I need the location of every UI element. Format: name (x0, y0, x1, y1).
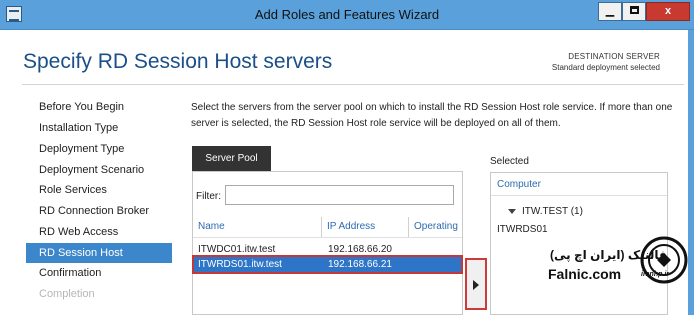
column-header-name[interactable]: Name (198, 221, 225, 232)
seal-icon (640, 236, 688, 284)
arrow-right-icon (473, 280, 479, 290)
nav-item-role-services[interactable]: Role Services (26, 180, 172, 200)
seal-text: iranhp.ir (641, 271, 670, 278)
chevron-down-icon[interactable] (508, 208, 516, 214)
column-separator (408, 217, 409, 237)
window-title: Add Roles and Features Wizard (254, 7, 440, 22)
title-bar: Add Roles and Features Wizard ▁ x (0, 0, 694, 30)
close-button[interactable]: x (646, 2, 690, 21)
nav-item-installation-type[interactable]: Installation Type (26, 118, 172, 138)
server-name: ITWRDS01.itw.test (198, 259, 282, 270)
server-name: ITWDC01.itw.test (198, 244, 276, 255)
nav-item-confirmation[interactable]: Confirmation (26, 263, 172, 283)
server-ip: 192.168.66.20 (328, 244, 392, 255)
destination-server-label: DESTINATION SERVER (568, 52, 660, 61)
column-header-ip-address[interactable]: IP Address (327, 221, 375, 232)
nav-item-rd-session-host[interactable]: RD Session Host (26, 243, 172, 263)
nav-item-completion: Completion (39, 288, 95, 300)
tree-group-label: ITW.TEST (1) (522, 206, 583, 217)
watermark-latin-text: Falnic.com (548, 266, 622, 282)
column-separator (321, 217, 322, 237)
filter-input[interactable] (225, 185, 454, 205)
nav-item-rd-web-access[interactable]: RD Web Access (26, 222, 172, 242)
minimize-button[interactable]: ▁ (598, 2, 622, 21)
table-row-selected[interactable]: ITWRDS01.itw.test 192.168.66.21 (192, 255, 463, 274)
nav-item-deployment-scenario[interactable]: Deployment Scenario (26, 160, 172, 180)
selected-header-divider (491, 195, 667, 196)
tree-group-itw-test[interactable]: ITW.TEST (1) (508, 206, 583, 217)
column-header-computer[interactable]: Computer (497, 179, 541, 190)
header-divider (22, 84, 684, 85)
step-description: Select the servers from the server pool … (191, 102, 673, 129)
maximize-icon (629, 6, 639, 15)
maximize-button[interactable] (622, 2, 646, 21)
watermark-logo: فالنیک (ایران اچ پی) Falnic.com iranhp.i… (530, 226, 690, 296)
nav-item-rd-connection-broker[interactable]: RD Connection Broker (26, 201, 172, 221)
header-row-divider (193, 237, 462, 238)
column-header-operating[interactable]: Operating (414, 221, 458, 232)
tab-server-pool[interactable]: Server Pool (192, 146, 271, 172)
selected-label: Selected (490, 156, 529, 167)
nav-item-before-you-begin[interactable]: Before You Begin (26, 97, 172, 117)
nav-item-deployment-type[interactable]: Deployment Type (26, 139, 172, 159)
destination-server-value: Standard deployment selected (551, 63, 660, 72)
page-title: Specify RD Session Host servers (23, 50, 333, 73)
server-ip: 192.168.66.21 (328, 259, 392, 270)
filter-label: Filter: (196, 191, 221, 202)
add-to-selected-button[interactable] (465, 258, 487, 310)
